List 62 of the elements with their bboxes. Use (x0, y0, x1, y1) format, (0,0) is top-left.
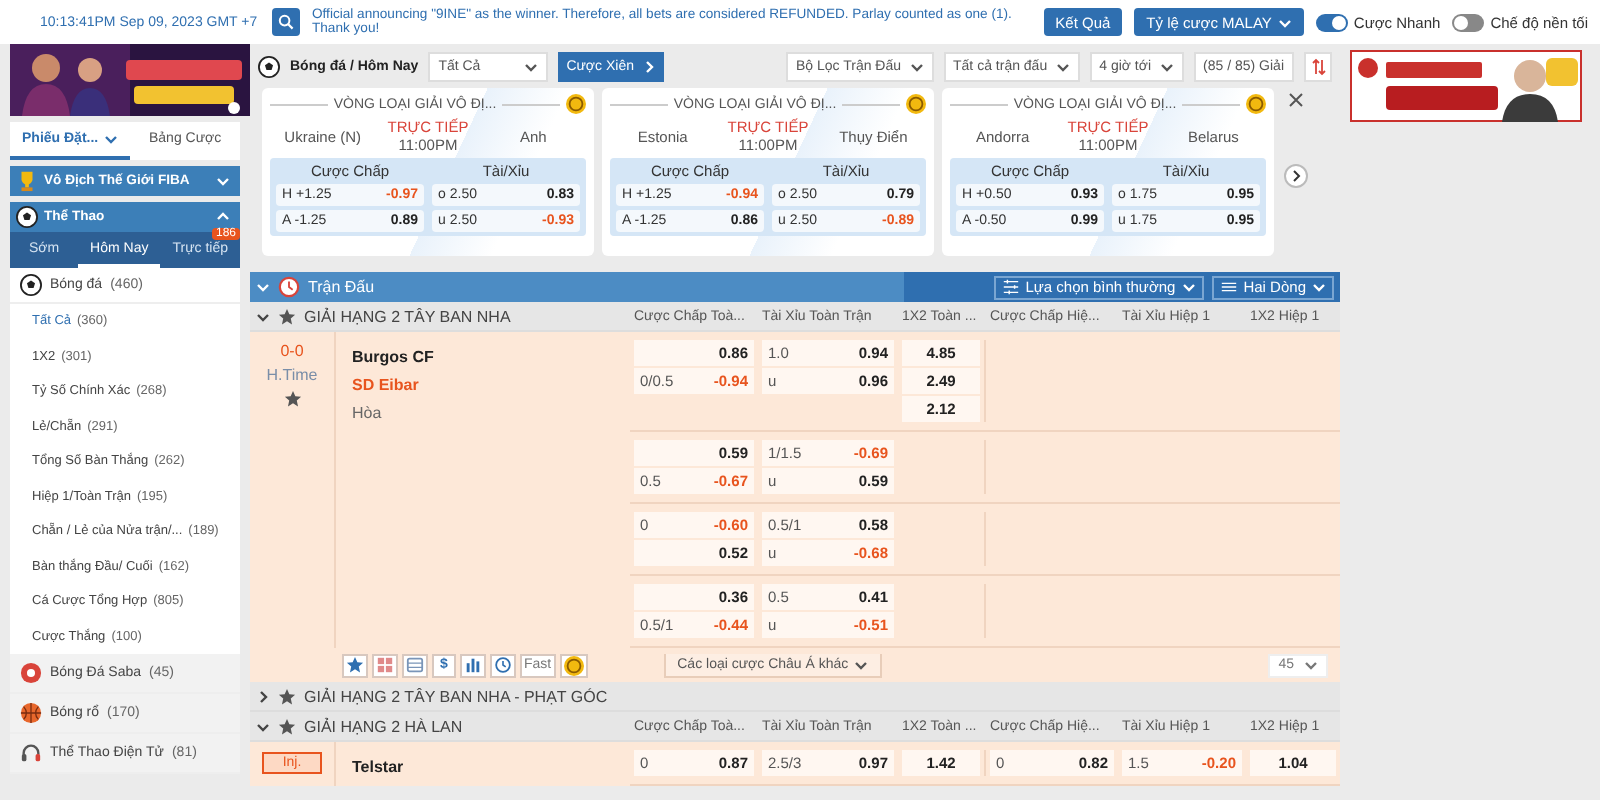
coin-icon (1246, 94, 1267, 114)
coin-icon (563, 655, 584, 675)
grid-icon (376, 656, 394, 674)
headset-icon (20, 742, 42, 764)
filter-icon (1001, 278, 1020, 296)
chevron-icon (1159, 59, 1174, 73)
soccer-ball-icon (20, 274, 42, 296)
table-icon (406, 656, 424, 674)
chevron-icon (1055, 59, 1070, 73)
chevron-icon (256, 280, 270, 294)
trophy-icon (16, 170, 38, 192)
soccer-ball-icon (258, 55, 280, 77)
chevron-icon (1312, 280, 1326, 294)
table-button[interactable] (402, 653, 428, 677)
chevron-icon (1304, 658, 1318, 672)
clock-button[interactable] (490, 653, 516, 677)
chevron-icon (641, 59, 656, 73)
timer-icon (278, 276, 300, 298)
panel-title: Trận Đấu (308, 278, 375, 296)
chevron-icon (524, 59, 539, 73)
chevron-icon (216, 174, 230, 188)
match-score: 0-0 (280, 342, 304, 360)
league-header[interactable]: GIẢI HẠNG 2 HÀ LAN (250, 717, 630, 735)
team-name: SD Eibar (352, 373, 421, 397)
chevron-icon (1181, 280, 1196, 294)
chevron-icon (216, 210, 230, 224)
chevron-icon (854, 657, 869, 671)
chevron-icon (256, 719, 270, 733)
toggle-switch[interactable] (1315, 13, 1348, 31)
league-header[interactable]: GIẢI HẠNG 2 TÂY BAN NHA (250, 307, 630, 325)
star-icon (346, 656, 364, 674)
chevron-icon (909, 59, 924, 73)
ball-icon (20, 662, 42, 684)
basketball-icon (20, 702, 42, 724)
star-icon (278, 687, 296, 705)
coin-button[interactable] (559, 653, 588, 677)
chevron-icon (256, 689, 270, 703)
star-button[interactable] (342, 653, 368, 677)
chart-button[interactable] (460, 653, 486, 677)
toggle-switch[interactable] (1452, 13, 1485, 31)
sort-button[interactable] (1304, 51, 1332, 81)
search-icon (278, 14, 294, 30)
grid-button[interactable] (372, 653, 398, 677)
chevron-icon (256, 309, 270, 323)
search-button[interactable] (272, 8, 300, 36)
sort-icon (1311, 57, 1325, 75)
clock-icon (494, 656, 512, 674)
team-name: Hòa (352, 401, 384, 425)
coin-icon (566, 94, 587, 114)
list-icon (1219, 278, 1238, 296)
soccer-ball-icon (16, 206, 38, 228)
star-icon (278, 717, 296, 735)
close-icon[interactable] (1288, 92, 1304, 108)
star-icon (278, 307, 296, 325)
team-name: Burgos CF (352, 345, 436, 370)
team-name: Telstar (352, 755, 406, 779)
chevron-icon (1277, 15, 1292, 29)
chevron-icon (104, 132, 119, 146)
coin-icon (906, 94, 927, 114)
match-period: H.Time (266, 366, 318, 384)
bar-chart-icon (464, 656, 482, 674)
star-icon (283, 390, 301, 408)
